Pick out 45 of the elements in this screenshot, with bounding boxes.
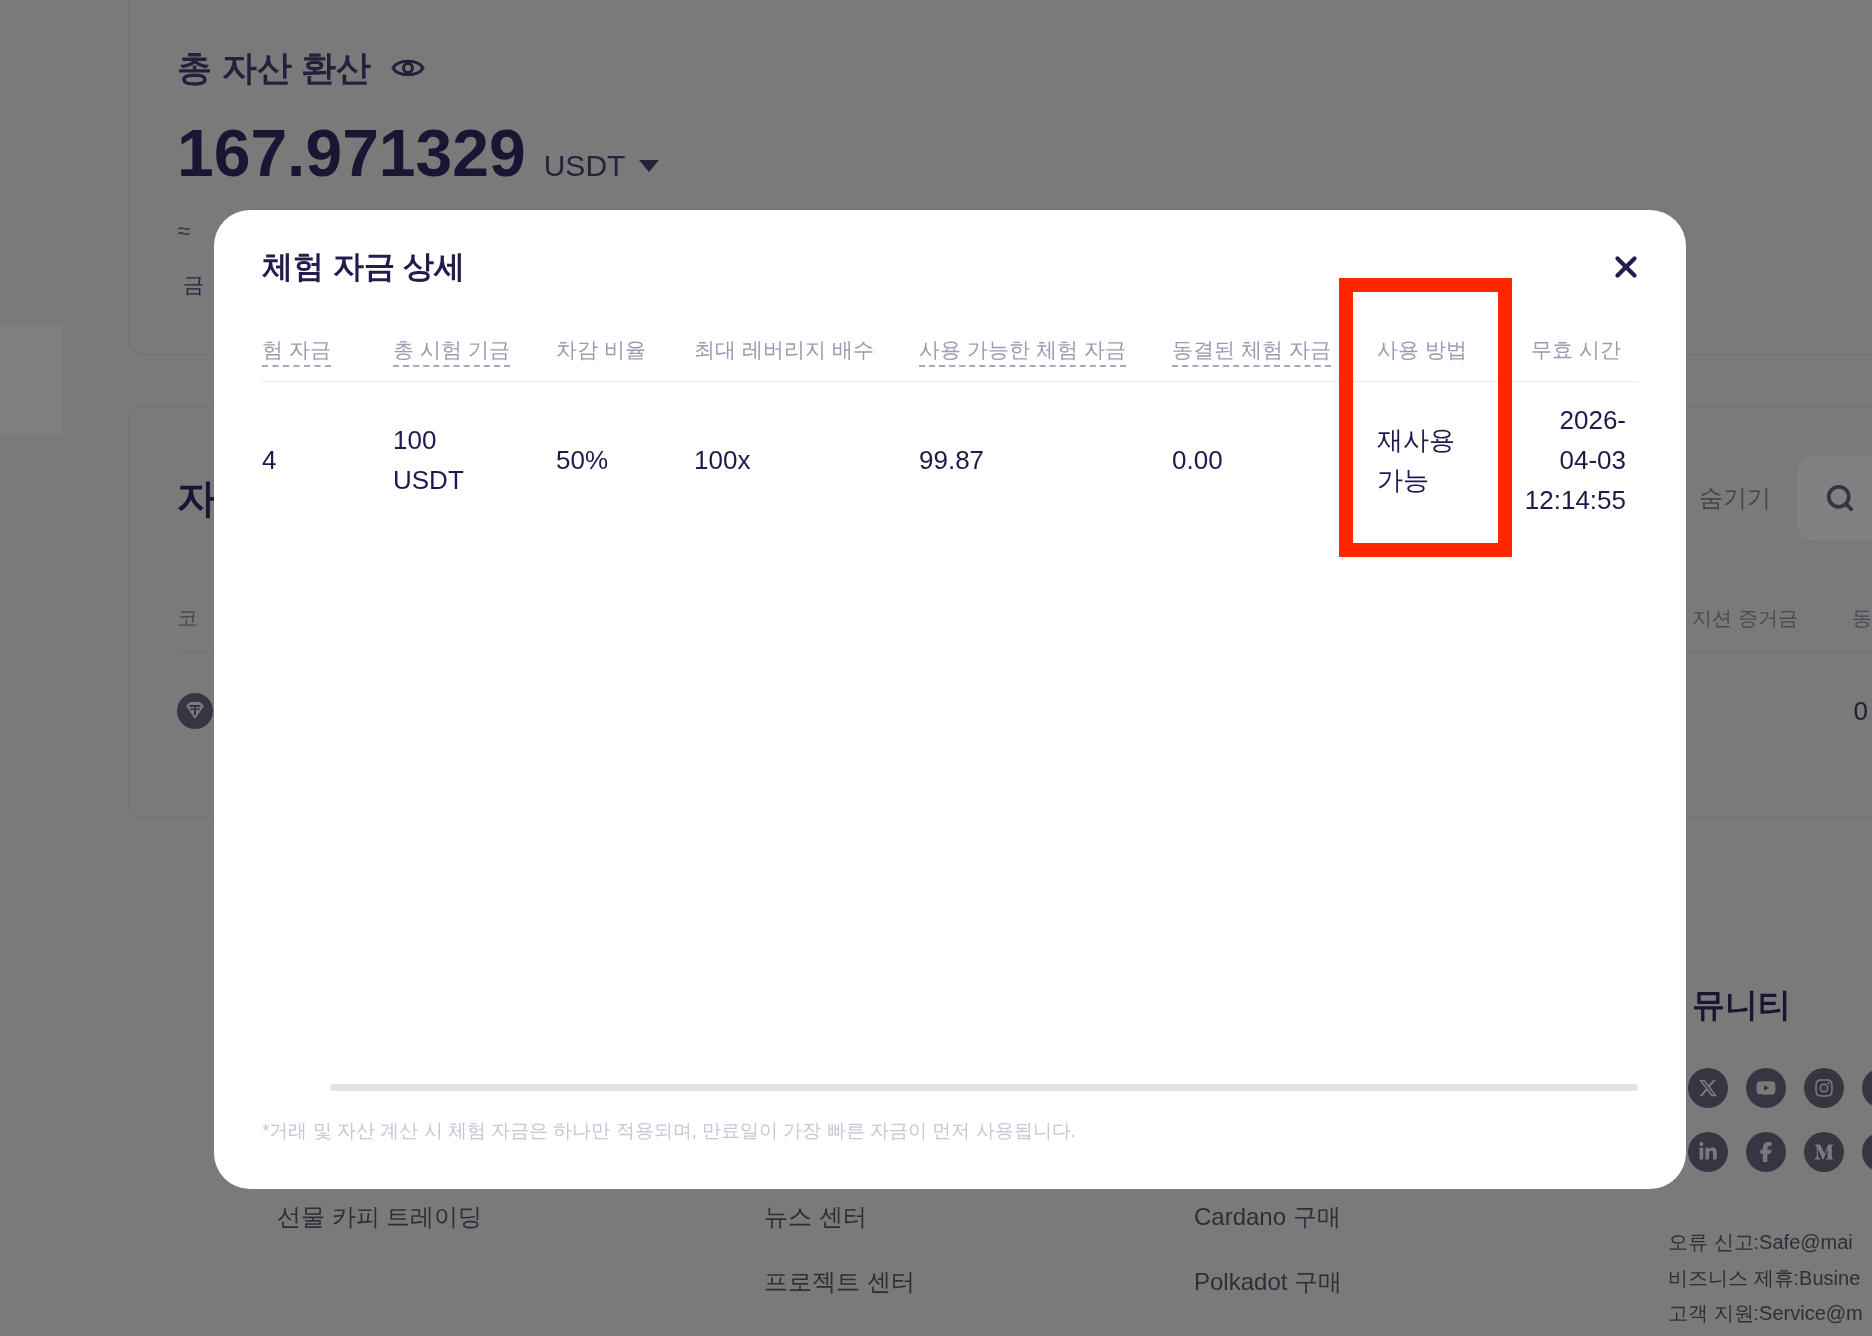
table-cell-text: 100x bbox=[694, 444, 751, 477]
instagram-icon[interactable] bbox=[1804, 1068, 1844, 1108]
table-cell-text: 4 bbox=[262, 444, 277, 477]
approx-value: ≈ bbox=[177, 216, 191, 246]
search-icon bbox=[1825, 483, 1855, 513]
column-header[interactable]: 험 자금 bbox=[262, 336, 331, 367]
sub-label: 금 bbox=[183, 272, 204, 298]
column-header[interactable]: 동결된 체험 자금 bbox=[1172, 336, 1331, 367]
currency-dropdown[interactable]: USDT bbox=[543, 148, 660, 184]
table-cell-text: 0.00 bbox=[1172, 444, 1223, 477]
assets-title: 자 bbox=[177, 475, 217, 522]
table-cell-text: 2026-04-03 12:14:55 bbox=[1523, 404, 1626, 517]
footer-link[interactable]: Polkadot 구매 bbox=[1194, 1264, 1343, 1300]
facebook-icon[interactable] bbox=[1746, 1132, 1786, 1172]
column-header: 차감 비율 bbox=[556, 337, 646, 363]
column-header[interactable]: 사용 가능한 체험 자금 bbox=[919, 336, 1126, 367]
column-header: 무효 시간 bbox=[1531, 337, 1621, 363]
caret-icon bbox=[639, 160, 660, 172]
footnote: *거래 및 자산 계산 시 체험 자금은 하나만 적용되며, 만료일이 가장 빠른 자금이 먼저 사용됩니다. bbox=[262, 1119, 1077, 1143]
table-cell-text: 재사용 가능 bbox=[1377, 424, 1456, 497]
contact-text: 오류 신고:Safe@mai bbox=[1668, 1230, 1854, 1255]
table-cell-text: 50% bbox=[556, 444, 609, 477]
community-title: 뮤니티 bbox=[1692, 985, 1792, 1025]
medium-icon[interactable] bbox=[1804, 1132, 1844, 1172]
summary-title: 총 자산 환산 bbox=[177, 47, 372, 89]
contact-text: 고객 지원:Service@m bbox=[1668, 1301, 1864, 1326]
total-amount: 167.971329 bbox=[177, 115, 526, 191]
column-header: 사용 방법 bbox=[1377, 337, 1467, 363]
column-header[interactable]: 총 시험 기금 bbox=[393, 336, 510, 367]
table-cell-text: 99.87 bbox=[919, 444, 985, 477]
dialog-title: 체험 자금 상세 bbox=[262, 248, 466, 286]
x-logo-icon[interactable] bbox=[1688, 1068, 1728, 1108]
linkedin-icon[interactable] bbox=[1688, 1132, 1728, 1172]
table-cell-text: 100 USDT bbox=[393, 424, 465, 497]
youtube-icon[interactable] bbox=[1746, 1068, 1786, 1108]
scrollbar[interactable] bbox=[330, 1084, 1638, 1091]
coin-icon bbox=[177, 693, 213, 729]
table-cell-text: 0 bbox=[1853, 695, 1868, 728]
footer-link[interactable]: 선물 카피 트레이딩 bbox=[277, 1199, 483, 1235]
footer-link[interactable]: 프로젝트 센터 bbox=[764, 1264, 915, 1300]
contact-text: 비즈니스 제휴:Busine bbox=[1668, 1265, 1862, 1291]
search-button[interactable] bbox=[1797, 456, 1872, 540]
column-header: 최대 레버리지 배수 bbox=[694, 337, 874, 363]
footer-link[interactable]: Cardano 구매 bbox=[1194, 1199, 1341, 1235]
footer-link[interactable]: 뉴스 센터 bbox=[764, 1199, 867, 1235]
